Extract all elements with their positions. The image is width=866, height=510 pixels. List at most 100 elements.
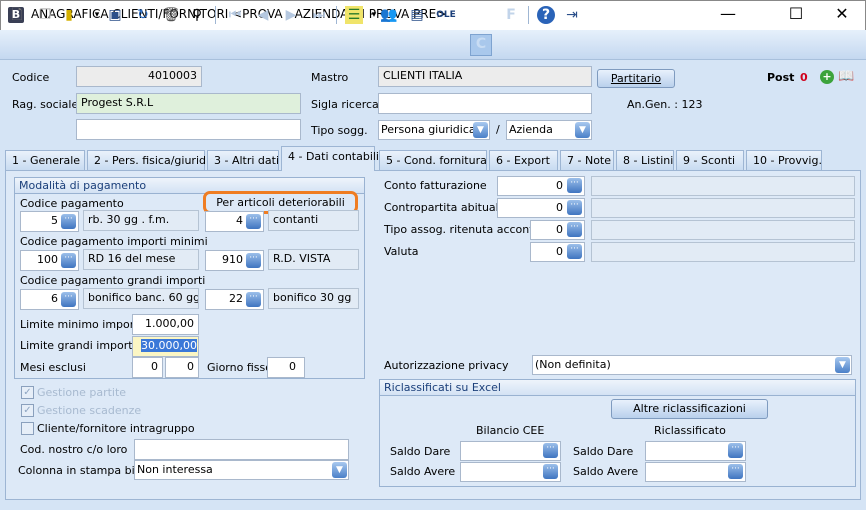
- giorno-fisso-field[interactable]: 0: [267, 357, 305, 378]
- tab-export[interactable]: 6 - Export: [489, 150, 558, 170]
- new-icon[interactable]: 🗋: [8, 6, 26, 24]
- conto-fatturazione-field[interactable]: 0 ···: [497, 176, 585, 196]
- gestione-partite-label: Gestione partite: [37, 386, 127, 399]
- lookup-button[interactable]: ···: [543, 464, 558, 479]
- list-icon[interactable]: ☰: [345, 6, 363, 24]
- codice-pagamento-det-field[interactable]: 4 ···: [205, 211, 264, 232]
- intragruppo-checkbox[interactable]: [21, 422, 34, 435]
- rag-sociale-2-field[interactable]: [76, 119, 301, 140]
- maximize-button[interactable]: ☐: [776, 3, 816, 27]
- mesi-esclusi-1-field[interactable]: 0: [132, 357, 163, 378]
- toolbar: [0, 30, 866, 60]
- c-icon[interactable]: C: [470, 34, 492, 56]
- next-icon[interactable]: ▶: [282, 6, 300, 24]
- delete-icon[interactable]: 🗑: [162, 6, 180, 24]
- rag-sociale-field[interactable]: Progest S.R.L: [76, 93, 301, 114]
- saldo-dare-cee-field[interactable]: ···: [460, 441, 561, 461]
- privacy-value: (Non definita): [535, 358, 611, 371]
- lookup-button[interactable]: ···: [61, 292, 76, 307]
- tab-provvig[interactable]: 10 - Provvig.: [746, 150, 822, 170]
- tab-sconti[interactable]: 9 - Sconti: [676, 150, 744, 170]
- mastro-label: Mastro: [311, 71, 349, 84]
- limite-minimo-field[interactable]: 1.000,00: [132, 314, 199, 335]
- riclassificati-title: Riclassificati su Excel: [380, 380, 855, 396]
- lookup-button[interactable]: ···: [246, 214, 261, 229]
- saldo-avere-ricl-field[interactable]: ···: [645, 462, 746, 482]
- lookup-button[interactable]: ···: [61, 214, 76, 229]
- gestione-partite-checkbox[interactable]: ✓: [21, 386, 34, 399]
- an-gen-label: An.Gen. : 123: [627, 98, 703, 111]
- lookup-button[interactable]: ···: [246, 292, 261, 307]
- code-value: 910: [222, 253, 243, 266]
- grandi-importi-field[interactable]: 6 ···: [20, 289, 79, 310]
- lookup-button[interactable]: ···: [61, 253, 76, 268]
- save-icon[interactable]: ▣: [106, 6, 124, 24]
- tab-generale[interactable]: 1 - Generale: [5, 150, 85, 170]
- limite-grandi-field[interactable]: 30.000,00: [132, 336, 199, 357]
- gestione-scadenze-checkbox[interactable]: ✓: [21, 404, 34, 417]
- saldo-avere-cee-field[interactable]: ···: [460, 462, 561, 482]
- tab-dati-contabili[interactable]: 4 - Dati contabili: [281, 146, 379, 171]
- valuta-field[interactable]: 0 ···: [530, 242, 585, 262]
- search-binoculars-icon[interactable]: ⚲: [188, 6, 206, 24]
- tipo-sogg-select[interactable]: Persona giuridica ▼: [378, 120, 490, 140]
- tipo-sogg-2-select[interactable]: Azienda ▼: [506, 120, 592, 140]
- users-icon[interactable]: 👥: [380, 6, 398, 24]
- cod-nostro-field[interactable]: [134, 439, 349, 460]
- lookup-button[interactable]: ···: [728, 443, 743, 458]
- add-icon[interactable]: +: [820, 70, 834, 84]
- code-value: 0: [556, 201, 563, 214]
- lookup-button[interactable]: ···: [543, 443, 558, 458]
- sigla-field[interactable]: [378, 93, 592, 114]
- contropartita-desc: [591, 198, 855, 218]
- tab-note[interactable]: 7 - Note: [560, 150, 614, 170]
- mesi-esclusi-2-field[interactable]: 0: [165, 357, 199, 378]
- importi-minimi-det-field[interactable]: 910 ···: [205, 250, 264, 271]
- book-icon[interactable]: 📖: [838, 69, 854, 84]
- tab-altri-dati[interactable]: 3 - Altri dati: [207, 150, 279, 170]
- close-button[interactable]: ✕: [822, 3, 862, 27]
- ole-icon[interactable]: OLE: [434, 6, 458, 24]
- contropartita-field[interactable]: 0 ···: [497, 198, 585, 218]
- copy-icon[interactable]: ❐: [36, 6, 54, 24]
- tab-pers-fisica[interactable]: 2 - Pers. fisica/giurid.: [87, 150, 210, 170]
- first-icon[interactable]: ⏮: [226, 6, 244, 24]
- codice-field[interactable]: 4010003: [76, 66, 202, 87]
- help-icon[interactable]: ?: [537, 6, 555, 24]
- colonna-stampa-select[interactable]: Non interessa ▼: [134, 460, 349, 480]
- lookup-button[interactable]: ···: [567, 200, 582, 215]
- saldo-dare-ricl-field[interactable]: ···: [645, 441, 746, 461]
- lookup-button[interactable]: ···: [246, 253, 261, 268]
- tipo-sogg-label: Tipo sogg.: [311, 124, 368, 137]
- exit-icon[interactable]: ⇥: [563, 6, 581, 24]
- lookup-button[interactable]: ···: [567, 178, 582, 193]
- altre-riclassificazioni-button[interactable]: Altre riclassificazioni: [611, 399, 768, 419]
- open-folder-icon[interactable]: ▮: [60, 6, 78, 24]
- importi-minimi-field[interactable]: 100 ···: [20, 250, 79, 271]
- grandi-importi-det-field[interactable]: 22 ···: [205, 289, 264, 310]
- chevron-down-icon: ▼: [332, 462, 347, 478]
- bilancio-cee-label: Bilancio CEE: [476, 424, 545, 437]
- lookup-button[interactable]: ···: [728, 464, 743, 479]
- undo-icon[interactable]: ↻: [134, 6, 152, 24]
- sigla-label: Sigla ricerca: [311, 98, 379, 111]
- codice-pagamento-label: Codice pagamento: [20, 197, 124, 210]
- tab-cond-fornitura[interactable]: 5 - Cond. fornitura: [379, 150, 487, 170]
- dropdown-arrow-icon[interactable]: ▾: [88, 6, 106, 24]
- codice-pagamento-field[interactable]: 5 ···: [20, 211, 79, 232]
- saldo-avere-ricl-label: Saldo Avere: [573, 465, 639, 478]
- grandi-importi-det-desc: bonifico 30 gg: [268, 288, 359, 309]
- last-icon[interactable]: ⏭: [310, 6, 328, 24]
- card-icon[interactable]: ▤: [408, 6, 426, 24]
- lookup-button[interactable]: ···: [567, 244, 582, 259]
- tipo-assog-field[interactable]: 0 ···: [530, 220, 585, 240]
- minimize-button[interactable]: —: [708, 3, 748, 27]
- tab-listini[interactable]: 8 - Listini: [616, 150, 674, 170]
- prev-icon[interactable]: ◀: [254, 6, 272, 24]
- lookup-button[interactable]: ···: [567, 222, 582, 237]
- mastro-field[interactable]: CLIENTI ITALIA: [378, 66, 592, 87]
- codice-pagamento-desc: rb. 30 gg . f.m.: [83, 210, 199, 231]
- partitario-button[interactable]: Partitario: [597, 69, 675, 88]
- privacy-select[interactable]: (Non definita) ▼: [532, 355, 852, 375]
- f-icon[interactable]: F: [502, 6, 520, 24]
